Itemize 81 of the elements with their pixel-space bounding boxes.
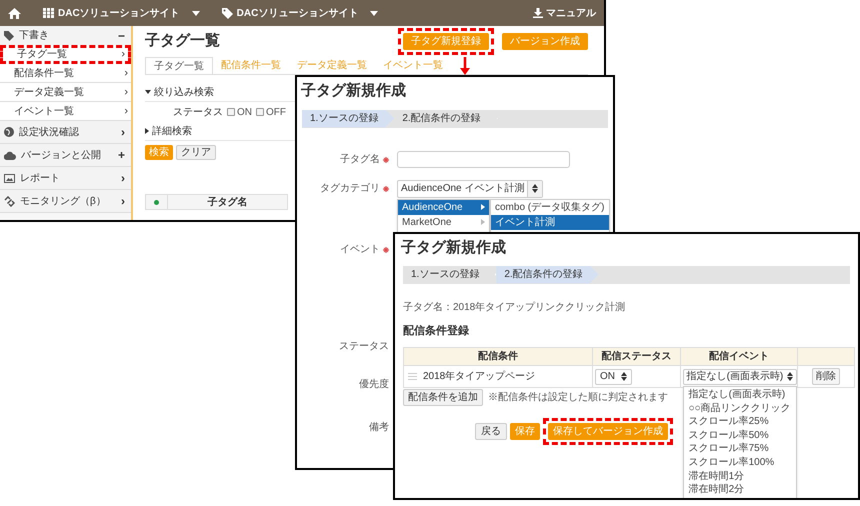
- manual-link[interactable]: マニュアル: [533, 6, 596, 20]
- expanded-caret-icon: [145, 90, 151, 94]
- section-toggle[interactable]: 絞り込み検索: [145, 83, 293, 101]
- sidebar-item[interactable]: イベント一覧 ›: [0, 102, 131, 121]
- section-heading: 配信条件登録: [403, 324, 470, 338]
- updown-caret-icon: [532, 184, 538, 193]
- column-header: 配信条件: [478, 351, 518, 362]
- dropdown-option[interactable]: スクロール率50%: [684, 428, 796, 442]
- section-toggle[interactable]: 詳細検索: [145, 122, 293, 140]
- grid-icon: [43, 8, 54, 18]
- required-icon: [383, 156, 389, 162]
- menu-item[interactable]: combo (データ収集タグ): [491, 200, 609, 214]
- tag-name-text: 子タグ名：2018年タイアップリンククリック計測: [403, 300, 626, 314]
- page-title: 子タグ一覧: [145, 31, 220, 52]
- text-input[interactable]: [397, 150, 570, 168]
- submenu-arrow-icon: [481, 204, 485, 210]
- sidebar-section[interactable]: バージョンと公開 +: [0, 144, 131, 167]
- cloud-icon: [4, 150, 16, 160]
- connector-arrow: [459, 57, 471, 75]
- tab[interactable]: 子タグ一覧: [145, 57, 213, 74]
- collapsed-caret-icon: [145, 128, 149, 134]
- sidebar-item[interactable]: 配信条件一覧 ›: [0, 64, 131, 83]
- field-label: ステータス: [339, 340, 389, 354]
- dropdown-option[interactable]: 滞在時間2分: [684, 483, 796, 497]
- field-label: 備考: [369, 420, 389, 435]
- dropdown-option[interactable]: 滞在時間1分: [684, 470, 796, 484]
- wizard-step: 2.配信条件の登録: [496, 266, 599, 284]
- status-checkbox[interactable]: ON: [227, 104, 252, 120]
- field-label: タグカテゴリ: [320, 182, 380, 196]
- site-dropdown[interactable]: DACソリューションサイト: [43, 6, 200, 20]
- menu-item[interactable]: AudienceOne: [398, 200, 489, 214]
- dropdown-option[interactable]: スクロール率25%: [684, 415, 796, 429]
- sidebar-item[interactable]: 子タグ一覧 ›: [0, 45, 131, 64]
- updown-caret-icon: [620, 372, 627, 381]
- sidebar-item[interactable]: データ定義一覧 ›: [0, 83, 131, 102]
- download-icon: [533, 8, 543, 18]
- image-icon: [4, 174, 15, 182]
- column-header: 配信ステータス: [601, 351, 672, 362]
- column-header: 子タグ名: [208, 196, 248, 210]
- category-select[interactable]: AudienceOne イベント計測: [397, 180, 544, 198]
- field-label: 子タグ名: [340, 153, 380, 167]
- status-checkbox[interactable]: OFF: [256, 104, 286, 120]
- field-label: 優先度: [359, 378, 389, 392]
- submenu-arrow-icon: [481, 219, 485, 225]
- form-button[interactable]: 戻る: [475, 423, 507, 440]
- tag-icon: [222, 8, 233, 18]
- dropdown-option[interactable]: ○○商品リンククリック: [684, 402, 796, 416]
- search-button[interactable]: クリア: [176, 145, 216, 160]
- globe-icon: [4, 127, 14, 137]
- add-condition-button[interactable]: 配信条件を追加: [403, 389, 483, 406]
- menu-item[interactable]: MarketOne: [398, 214, 489, 230]
- caret-icon: [370, 10, 378, 16]
- status-dot-icon: [154, 200, 159, 204]
- site-dropdown[interactable]: DACソリューションサイト: [222, 6, 378, 20]
- sidebar-section[interactable]: レポート ›: [0, 167, 131, 190]
- link-icon: [4, 196, 15, 206]
- updown-caret-icon: [787, 372, 794, 381]
- sidebar-section[interactable]: 下書き −: [0, 26, 131, 45]
- wizard-step: 1.ソースの登録: [302, 110, 394, 128]
- window-title: 子タグ新規作成: [400, 238, 507, 258]
- sidebar-section[interactable]: 設定状況確認 ›: [0, 121, 131, 144]
- table-cell-text: 2018年タイアップページ: [423, 370, 536, 384]
- required-icon: [383, 186, 389, 192]
- event-select[interactable]: 指定なし(画面表示時): [682, 368, 798, 384]
- dropdown-option[interactable]: スクロール率100%: [684, 456, 796, 470]
- status-select[interactable]: ON: [594, 368, 632, 384]
- status-label: ステータス: [173, 106, 223, 120]
- sidebar-section[interactable]: モニタリング（β） ›: [0, 190, 131, 213]
- tag-icon: [4, 30, 14, 40]
- window-title: 子タグ新規作成: [300, 81, 407, 101]
- home-icon[interactable]: [8, 8, 21, 18]
- delete-button[interactable]: 削除: [812, 368, 840, 385]
- column-header: 配信イベント: [708, 351, 769, 362]
- drag-handle-icon[interactable]: [408, 373, 417, 380]
- dropdown-option[interactable]: スクロール率75%: [684, 442, 796, 456]
- required-icon: [383, 246, 389, 252]
- note-text: ※配信条件は設定した順に判定されます: [488, 390, 668, 405]
- menu-item[interactable]: イベント計測: [491, 214, 609, 230]
- field-label: イベント: [340, 243, 380, 257]
- dropdown-option[interactable]: 指定なし(画面表示時): [684, 388, 796, 402]
- caret-icon: [192, 10, 200, 16]
